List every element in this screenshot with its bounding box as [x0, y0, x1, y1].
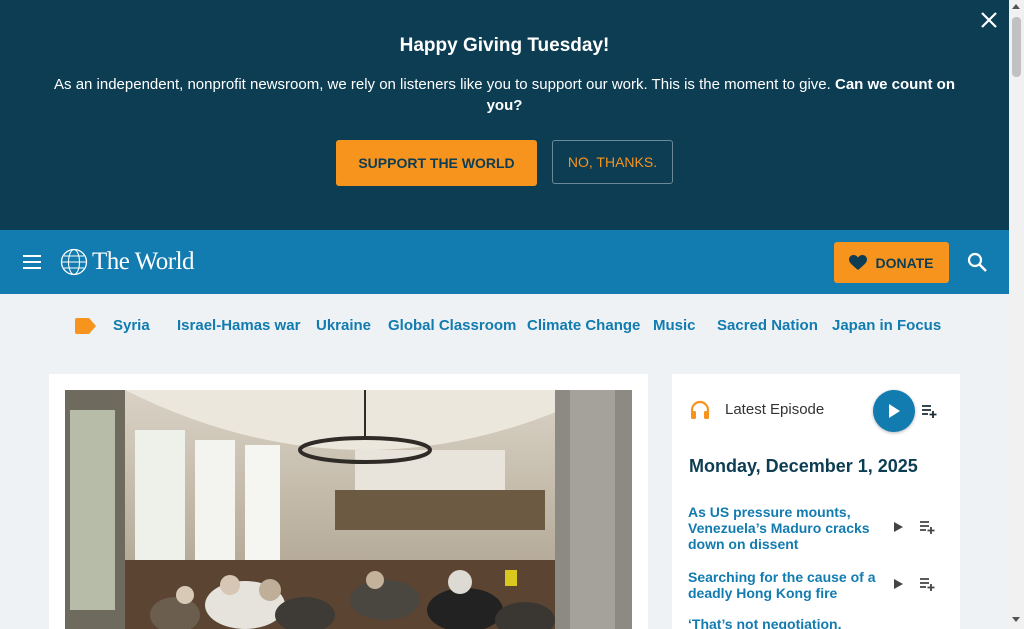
search-icon[interactable]	[966, 251, 988, 273]
play-icon[interactable]	[892, 578, 904, 590]
heart-icon	[849, 254, 868, 270]
banner-text: As an independent, nonprofit newsroom, w…	[50, 74, 959, 116]
episode-date: Monday, December 1, 2025	[689, 456, 918, 476]
episode-link-3[interactable]: ‘That’s not negotiation,	[688, 616, 876, 629]
play-icon[interactable]	[892, 521, 904, 533]
episode-link-1[interactable]: As US pressure mounts, Venezuela’s Madur…	[688, 504, 876, 552]
topic-climate-change[interactable]: Climate Change	[527, 317, 640, 334]
topic-music[interactable]: Music	[653, 317, 696, 334]
banner-title: Happy Giving Tuesday!	[399, 35, 610, 56]
latest-episode-panel: Latest Episode Monday, December 1, 2025 …	[672, 374, 960, 629]
site-logo[interactable]: The World	[60, 246, 195, 278]
add-to-queue-icon[interactable]	[921, 403, 937, 419]
episode-link-2[interactable]: Searching for the cause of a deadly Hong…	[688, 569, 876, 601]
menu-icon[interactable]	[22, 252, 42, 272]
headphones-icon	[690, 400, 710, 419]
scroll-thumb[interactable]	[1012, 17, 1021, 77]
donate-button[interactable]: DONATE	[834, 242, 949, 283]
no-thanks-button[interactable]: NO, THANKS.	[552, 140, 673, 184]
scroll-up-icon[interactable]	[1012, 4, 1020, 9]
globe-icon	[60, 248, 88, 276]
topic-ukraine[interactable]: Ukraine	[316, 317, 371, 334]
lead-story-card[interactable]	[49, 374, 648, 629]
tag-icon	[75, 318, 96, 334]
donate-label: DONATE	[875, 254, 934, 271]
banner-body: As an independent, nonprofit newsroom, w…	[54, 76, 831, 93]
giving-banner: Happy Giving Tuesday! As an independent,…	[0, 0, 1009, 230]
add-to-queue-icon[interactable]	[919, 576, 935, 592]
close-icon[interactable]	[979, 10, 999, 30]
topic-sacred-nation[interactable]: Sacred Nation	[717, 317, 818, 334]
latest-episode-label: Latest Episode	[725, 401, 825, 418]
logo-text: The World	[92, 248, 195, 275]
scrollbar[interactable]	[1009, 0, 1024, 629]
add-to-queue-icon[interactable]	[919, 519, 935, 535]
play-latest-button[interactable]	[873, 390, 915, 432]
play-icon	[889, 404, 900, 418]
topic-syria[interactable]: Syria	[113, 317, 150, 334]
scroll-down-icon[interactable]	[1012, 617, 1020, 622]
topic-japan-in-focus[interactable]: Japan in Focus	[832, 317, 941, 334]
restaurant-photo	[65, 390, 632, 629]
site-header: The World DONATE	[0, 230, 1009, 294]
support-button[interactable]: SUPPORT THE WORLD	[336, 140, 537, 186]
topics-bar: Syria Israel-Hamas war Ukraine Global Cl…	[0, 294, 1009, 358]
lead-story-image[interactable]	[65, 390, 632, 629]
topic-global-classroom[interactable]: Global Classroom	[388, 317, 516, 334]
topic-israel-hamas-war[interactable]: Israel-Hamas war	[177, 317, 300, 334]
